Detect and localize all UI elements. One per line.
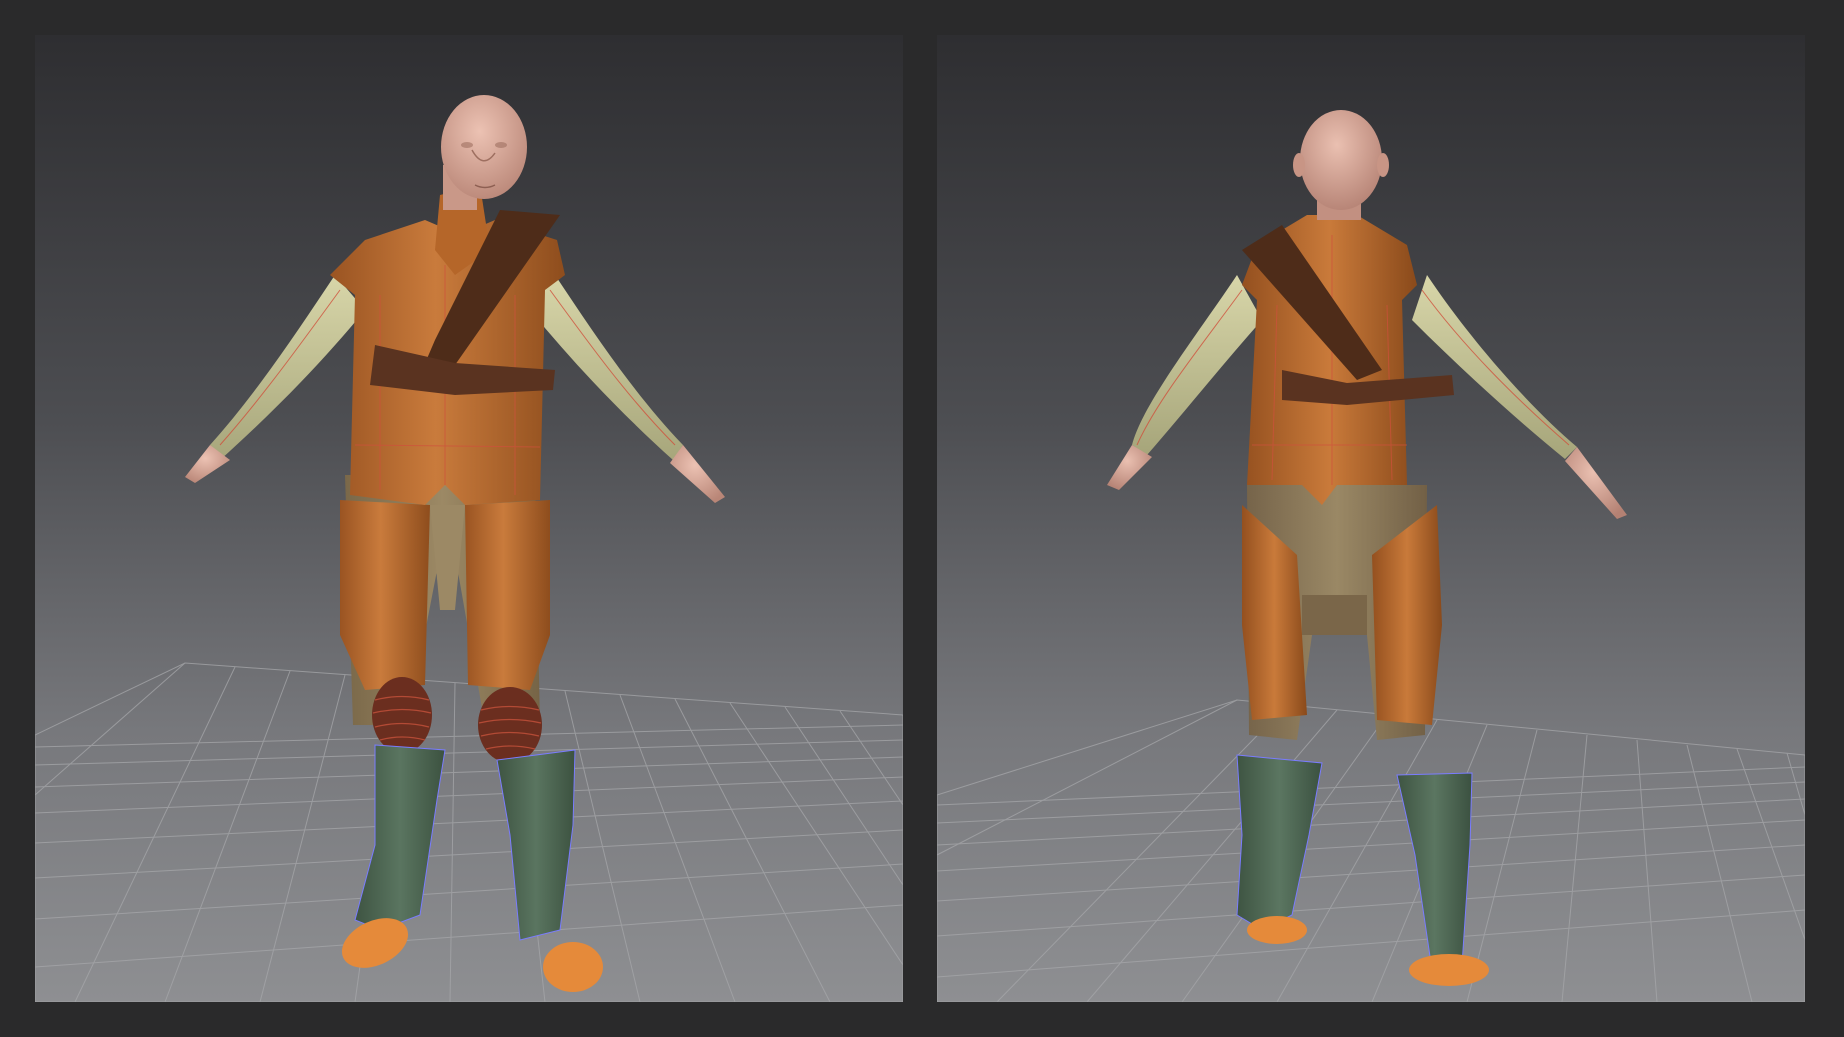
shirt-sleeve-left[interactable]: [1412, 275, 1577, 459]
knee-pad-left[interactable]: [478, 687, 542, 763]
front-view-canvas[interactable]: [35, 35, 903, 1002]
shirt-sleeve-left[interactable]: [530, 275, 683, 460]
avatar-front[interactable]: [185, 95, 725, 992]
head: [441, 95, 527, 210]
shoe-right[interactable]: [1247, 916, 1307, 944]
front-view-viewport[interactable]: [35, 35, 903, 1002]
shirt-sleeve-right[interactable]: [210, 275, 365, 460]
boot-left[interactable]: [496, 749, 576, 941]
boot-right[interactable]: [354, 744, 446, 931]
thigh-guard-left[interactable]: [465, 500, 550, 690]
head: [1293, 110, 1389, 220]
thigh-guard-right[interactable]: [340, 500, 430, 690]
shirt-sleeve-right[interactable]: [1132, 275, 1262, 455]
back-view-viewport[interactable]: [937, 35, 1805, 1002]
back-view-canvas[interactable]: [937, 35, 1805, 1002]
boot-right[interactable]: [1236, 754, 1323, 931]
shoe-left[interactable]: [543, 942, 603, 992]
hand-left: [1565, 447, 1627, 519]
knee-pad-right[interactable]: [372, 677, 432, 753]
hand-left: [670, 445, 725, 503]
shoe-left[interactable]: [1409, 954, 1489, 986]
floor-grid: [35, 662, 903, 1002]
avatar-back[interactable]: [1107, 110, 1627, 986]
floor-grid: [937, 699, 1805, 1002]
